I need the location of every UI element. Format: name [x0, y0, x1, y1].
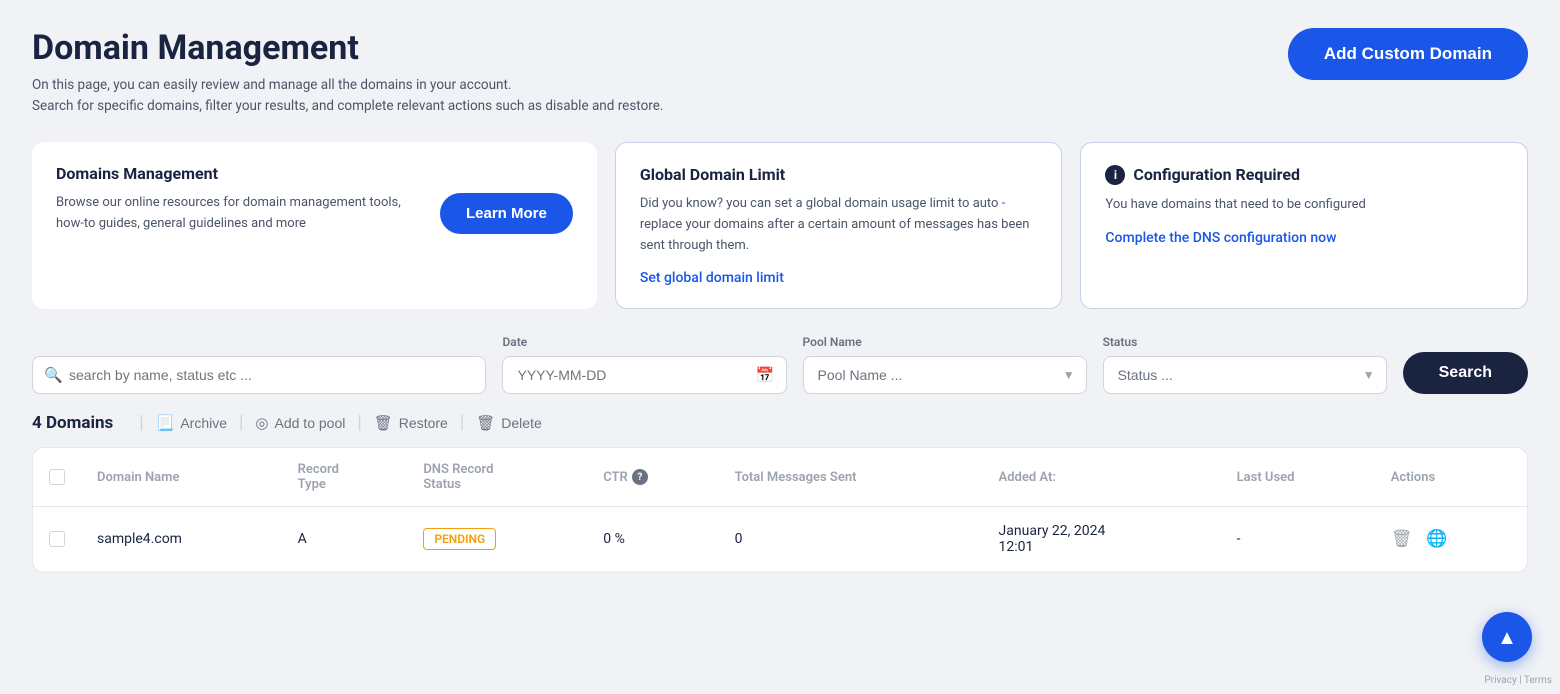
table-row: sample4.com A PENDING 0 % 0 January 22, …	[33, 507, 1527, 572]
privacy-terms: Privacy | Terms	[1484, 675, 1552, 686]
set-global-domain-link[interactable]: Set global domain limit	[640, 270, 1038, 286]
complete-dns-config-link[interactable]: Complete the DNS configuration now	[1105, 230, 1503, 246]
row-record-type: A	[282, 507, 408, 572]
calendar-icon: 📅	[756, 366, 775, 384]
th-domain-name: Domain Name	[81, 448, 282, 507]
card-global-domain-title: Global Domain Limit	[640, 165, 1038, 184]
status-filter-group: Status Status ... Active Pending Disable…	[1103, 335, 1387, 394]
domains-table: Domain Name RecordType DNS RecordStatus …	[33, 448, 1527, 572]
th-last-used: Last Used	[1221, 448, 1375, 507]
trash-icon: 🗑	[476, 414, 495, 432]
card-global-domain-body: Did you know? you can set a global domai…	[640, 194, 1038, 256]
fab-up-icon: ▲	[1497, 625, 1517, 650]
toolbar-separator-4: |	[460, 412, 464, 433]
th-checkbox	[33, 448, 81, 507]
select-all-checkbox[interactable]	[49, 469, 65, 485]
row-ctr: 0 %	[587, 507, 718, 572]
pool-select-wrapper: Pool Name ... Pool 1 Pool 2 ▼	[803, 356, 1087, 394]
row-domain-name: sample4.com	[81, 507, 282, 572]
ctr-help-icon[interactable]: ?	[632, 469, 648, 485]
th-ctr: CTR ?	[587, 448, 718, 507]
configuration-required-card: i Configuration Required You have domain…	[1080, 142, 1528, 309]
row-total-messages: 0	[719, 507, 983, 572]
page-title-block: Domain Management On this page, you can …	[32, 28, 663, 118]
toolbar-separator-1: |	[139, 412, 143, 433]
search-input[interactable]	[32, 356, 486, 394]
row-added-at: January 22, 202412:01	[983, 507, 1221, 572]
table-header-row: Domain Name RecordType DNS RecordStatus …	[33, 448, 1527, 507]
restore-button[interactable]: 🗑 Restore	[374, 414, 448, 432]
page-subtitle: On this page, you can easily review and …	[32, 75, 663, 118]
date-filter-group: Date 📅	[502, 335, 786, 394]
delete-row-icon[interactable]: 🗑	[1391, 529, 1413, 549]
info-icon: i	[1105, 165, 1125, 185]
page-title: Domain Management	[32, 28, 663, 69]
pool-select[interactable]: Pool Name ... Pool 1 Pool 2	[803, 356, 1087, 394]
card-domains-management-title: Domains Management	[56, 164, 573, 183]
search-input-wrapper: 🔍	[32, 356, 486, 394]
add-pool-icon: ◎	[255, 414, 268, 432]
add-to-pool-button[interactable]: ◎ Add to pool	[255, 414, 345, 432]
fab-button[interactable]: ▲	[1482, 612, 1532, 662]
archive-button[interactable]: 📃 Archive	[156, 414, 227, 432]
status-label: Status	[1103, 335, 1387, 349]
delete-button[interactable]: 🗑 Delete	[476, 414, 542, 432]
row-dns-status: PENDING	[407, 507, 587, 572]
card-config-title: i Configuration Required	[1105, 165, 1503, 185]
toolbar-separator-3: |	[357, 412, 361, 433]
status-badge: PENDING	[423, 528, 496, 550]
row-checkbox[interactable]	[49, 531, 65, 547]
pool-label: Pool Name	[803, 335, 1087, 349]
status-select-wrapper: Status ... Active Pending Disabled ▼	[1103, 356, 1387, 394]
page-header: Domain Management On this page, you can …	[32, 28, 1528, 118]
toolbar-row: 4 Domains | 📃 Archive | ◎ Add to pool | …	[32, 412, 1528, 433]
row-checkbox-cell	[33, 507, 81, 572]
filters-row: 🔍 Date 📅 Pool Name Pool Name ... Pool 1 …	[32, 335, 1528, 394]
th-dns-record-status: DNS RecordStatus	[407, 448, 587, 507]
search-icon: 🔍	[44, 366, 63, 384]
card-config-body: You have domains that need to be configu…	[1105, 195, 1503, 216]
search-filter-group: 🔍	[32, 356, 486, 394]
archive-icon: 📃	[156, 414, 175, 432]
th-record-type: RecordType	[282, 448, 408, 507]
row-actions: 🗑 🌐	[1375, 507, 1527, 572]
card-domains-management-inner: Browse our online resources for domain m…	[56, 193, 573, 235]
add-custom-domain-button[interactable]: Add Custom Domain	[1288, 28, 1528, 80]
search-button[interactable]: Search	[1403, 352, 1528, 394]
globe-icon[interactable]: 🌐	[1426, 529, 1447, 549]
th-added-at: Added At:	[983, 448, 1221, 507]
th-actions: Actions	[1375, 448, 1527, 507]
info-cards-row: Domains Management Browse our online res…	[32, 142, 1528, 309]
domains-table-wrapper: Domain Name RecordType DNS RecordStatus …	[32, 447, 1528, 573]
row-last-used: -	[1221, 507, 1375, 572]
pool-filter-group: Pool Name Pool Name ... Pool 1 Pool 2 ▼	[803, 335, 1087, 394]
date-input[interactable]	[502, 356, 786, 394]
date-label: Date	[502, 335, 786, 349]
th-total-messages: Total Messages Sent	[719, 448, 983, 507]
restore-icon: 🗑	[374, 414, 393, 432]
date-input-wrapper: 📅	[502, 356, 786, 394]
domains-management-card: Domains Management Browse our online res…	[32, 142, 597, 309]
status-select[interactable]: Status ... Active Pending Disabled	[1103, 356, 1387, 394]
learn-more-button[interactable]: Learn More	[440, 193, 573, 234]
global-domain-limit-card: Global Domain Limit Did you know? you ca…	[615, 142, 1063, 309]
domains-count: 4 Domains	[32, 413, 113, 433]
toolbar-separator-2: |	[239, 412, 243, 433]
card-domains-management-body: Browse our online resources for domain m…	[56, 193, 420, 235]
action-icons: 🗑 🌐	[1391, 529, 1511, 549]
